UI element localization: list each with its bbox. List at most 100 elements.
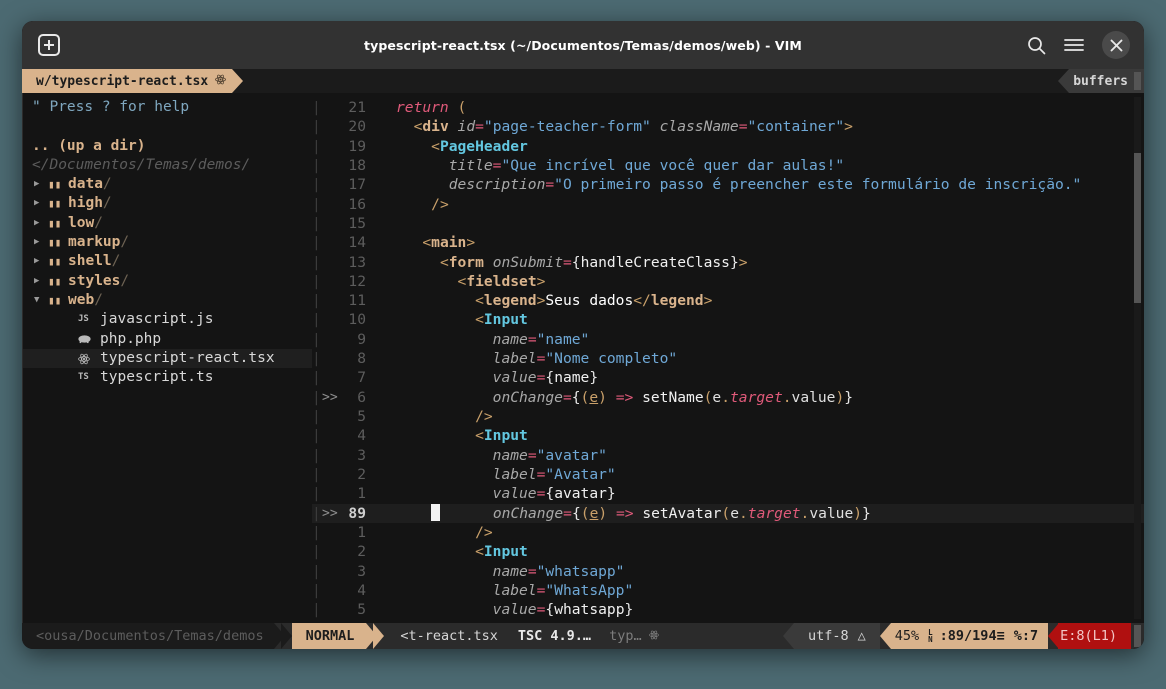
code-line: | 14 <main>: [312, 233, 1144, 252]
status-filename: <t-react.tsx: [400, 628, 498, 644]
code-line: | 5 />: [312, 407, 1144, 426]
explorer-up-a-dir[interactable]: .. (up a dir): [22, 137, 312, 156]
code-text: <legend>Seus dados</legend>: [475, 292, 713, 310]
explorer-file-php[interactable]: php.php: [22, 330, 312, 349]
code-text: return (: [396, 99, 467, 116]
status-separator: [879, 623, 891, 649]
fold-column: |: [312, 214, 321, 232]
fold-column: |: [312, 427, 321, 445]
line-number: 20: [348, 118, 366, 136]
code-text: />: [475, 523, 493, 541]
folder-icon: ▮▮: [48, 255, 62, 269]
code-text: label="WhatsApp": [492, 581, 634, 599]
editor-scrollbar-thumb[interactable]: [1134, 153, 1141, 303]
explorer-dir-shell[interactable]: ▶ ▮▮ shell /: [22, 252, 312, 271]
code-line: | 10 <Input: [312, 310, 1144, 329]
window-titlebar: typescript-react.tsx (~/Documentos/Temas…: [22, 21, 1144, 69]
line-number: 11: [348, 292, 366, 310]
line-number: 7: [357, 369, 366, 387]
code-text: name="name": [492, 330, 590, 348]
explorer-dir-data[interactable]: ▶ ▮▮ data /: [22, 175, 312, 194]
code-line: | 15: [312, 214, 1144, 233]
explorer-file-typescript[interactable]: TS typescript.ts: [22, 368, 312, 387]
file-label: typescript.ts: [100, 369, 214, 386]
sidebar-divider: [22, 93, 23, 623]
line-number: 15: [348, 214, 366, 232]
window-actions: [1027, 31, 1130, 59]
code-line: | 18 title="Que incrível que você quer d…: [312, 156, 1144, 175]
status-encoding-label: utf-8: [807, 628, 849, 644]
buffers-label: buffers: [1073, 73, 1128, 89]
fold-column: |: [312, 118, 321, 136]
code-line: | 7 value={name}: [312, 368, 1144, 387]
dir-label: data: [68, 176, 103, 193]
new-tab-icon[interactable]: [38, 34, 60, 56]
code-text: <Input: [475, 543, 528, 561]
code-line: | 1 value={avatar}: [312, 484, 1144, 503]
line-number-icon: LN: [928, 627, 933, 644]
line-number: 3: [357, 562, 366, 580]
code-text: <fieldset>: [457, 272, 546, 290]
code-line: | 17 description="O primeiro passo é pre…: [312, 175, 1144, 194]
explorer-dir-styles[interactable]: ▶ ▮▮ styles /: [22, 272, 312, 291]
tabline-filler: [243, 69, 1059, 93]
dir-label: high: [68, 195, 103, 212]
fold-column: |: [312, 272, 321, 290]
code-line: | 4 <Input: [312, 426, 1144, 445]
fold-column: |: [312, 156, 321, 174]
buffers-tab[interactable]: buffers: [1069, 69, 1144, 93]
fold-column: |: [312, 408, 321, 425]
line-number: 5: [357, 408, 366, 425]
close-icon[interactable]: [1102, 31, 1130, 59]
code-line: | 21 return (: [312, 98, 1144, 117]
window-title: typescript-react.tsx (~/Documentos/Temas…: [364, 37, 802, 53]
code-line: | 19 <PageHeader: [312, 137, 1144, 156]
terminal-window: typescript-react.tsx (~/Documentos/Temas…: [22, 21, 1144, 649]
fold-column: |: [312, 446, 321, 464]
chevron-right-icon: ▶: [34, 179, 40, 190]
fold-column: |: [312, 253, 321, 271]
code-text: <form onSubmit={handleCreateClass}>: [439, 253, 748, 271]
code-text: title="Que incrível que você quer dar au…: [448, 156, 845, 174]
status-mode-label: NORMAL: [305, 628, 355, 644]
explorer-dir-low[interactable]: ▶ ▮▮ low /: [22, 214, 312, 233]
tabline-scrollbar[interactable]: [1134, 72, 1141, 90]
fold-column: |: [312, 581, 321, 599]
explorer-file-javascript[interactable]: JS javascript.js: [22, 310, 312, 329]
status-linter-label: typ…: [609, 628, 642, 644]
fold-column: |: [312, 330, 321, 348]
text-cursor: [431, 503, 441, 521]
folder-icon: ▮▮: [48, 178, 62, 192]
fold-column: |: [312, 195, 321, 213]
search-icon[interactable]: [1027, 36, 1046, 55]
folder-icon: ▮▮: [48, 197, 62, 211]
tab-typescript-react[interactable]: w/typescript-react.tsx: [22, 69, 233, 93]
fold-column: |: [312, 292, 321, 310]
code-text: onChange={(e) => setAvatar(e.target.valu…: [370, 503, 871, 523]
explorer-dir-high[interactable]: ▶ ▮▮ high /: [22, 194, 312, 213]
diagnostic-marker: >>: [322, 505, 338, 521]
dir-label: shell: [68, 253, 112, 270]
code-line: | 2 <Input: [312, 542, 1144, 561]
code-line: | 5 value={whatsapp}: [312, 600, 1144, 619]
code-text: name="avatar": [492, 446, 607, 464]
line-number: 1: [357, 485, 366, 503]
code-editor[interactable]: | 21 return ( | 20 <div id="page-teacher…: [312, 93, 1144, 623]
hamburger-menu-icon[interactable]: [1064, 37, 1084, 53]
statusline-scrollbar[interactable]: [1134, 625, 1141, 647]
explorer-dir-markup[interactable]: ▶ ▮▮ markup /: [22, 233, 312, 252]
folder-icon: ▮▮: [48, 274, 62, 288]
chevron-down-icon: ▼: [34, 294, 40, 305]
status-line-position: :89/194≡: [939, 628, 1005, 644]
line-number: 19: [348, 137, 366, 155]
explorer-dir-web[interactable]: ▼ ▮▮ web /: [22, 291, 312, 310]
status-filler: [672, 623, 783, 649]
status-errors[interactable]: E:8(L1): [1058, 623, 1131, 649]
fold-column: |: [312, 176, 321, 194]
status-tsc-version: TSC 4.9.…: [517, 628, 592, 644]
fold-column: |: [312, 137, 321, 155]
code-line: | 13 <form onSubmit={handleCreateClass}>: [312, 253, 1144, 272]
explorer-file-typescript-react[interactable]: typescript-react.tsx: [22, 348, 312, 369]
status-errors-label: E:8(L1): [1060, 628, 1117, 644]
line-number: 21: [348, 99, 366, 116]
